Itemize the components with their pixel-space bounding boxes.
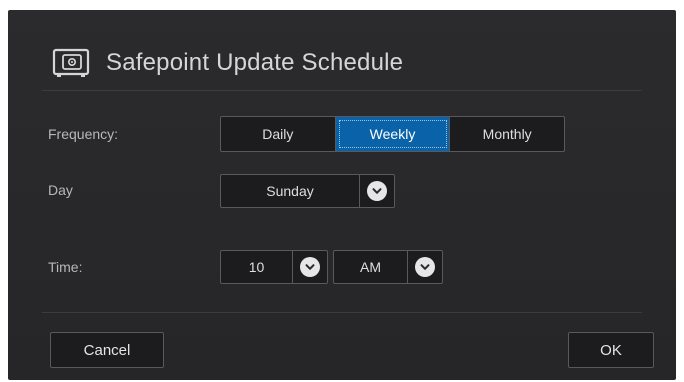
hour-select-toggle[interactable] bbox=[293, 251, 327, 283]
safe-icon bbox=[52, 48, 90, 78]
cancel-button[interactable]: Cancel bbox=[50, 332, 164, 368]
dialog-header: Safepoint Update Schedule bbox=[52, 48, 403, 78]
chevron-down-icon bbox=[300, 257, 320, 277]
ok-button[interactable]: OK bbox=[568, 332, 654, 368]
frequency-daily-button[interactable]: Daily bbox=[221, 117, 336, 151]
day-label: Day bbox=[48, 182, 73, 198]
frequency-weekly-button[interactable]: Weekly bbox=[335, 117, 451, 151]
chevron-down-icon bbox=[367, 181, 387, 201]
hour-select[interactable]: 10 bbox=[220, 250, 328, 284]
time-label: Time: bbox=[48, 259, 83, 275]
day-select-value: Sunday bbox=[221, 175, 360, 207]
frequency-monthly-button[interactable]: Monthly bbox=[450, 117, 564, 151]
day-select[interactable]: Sunday bbox=[220, 174, 395, 208]
hour-select-value: 10 bbox=[221, 251, 293, 283]
header-divider bbox=[42, 90, 642, 91]
footer-divider bbox=[42, 312, 642, 313]
ampm-select[interactable]: AM bbox=[333, 250, 443, 284]
ampm-select-toggle[interactable] bbox=[408, 251, 442, 283]
chevron-down-icon bbox=[415, 257, 435, 277]
day-select-toggle[interactable] bbox=[360, 175, 394, 207]
dialog-title: Safepoint Update Schedule bbox=[106, 49, 404, 76]
ampm-select-value: AM bbox=[334, 251, 408, 283]
frequency-label: Frequency: bbox=[48, 126, 119, 142]
safepoint-schedule-dialog: Safepoint Update Schedule Frequency: Dai… bbox=[8, 10, 676, 380]
frequency-selector: Daily Weekly Monthly bbox=[220, 116, 565, 152]
